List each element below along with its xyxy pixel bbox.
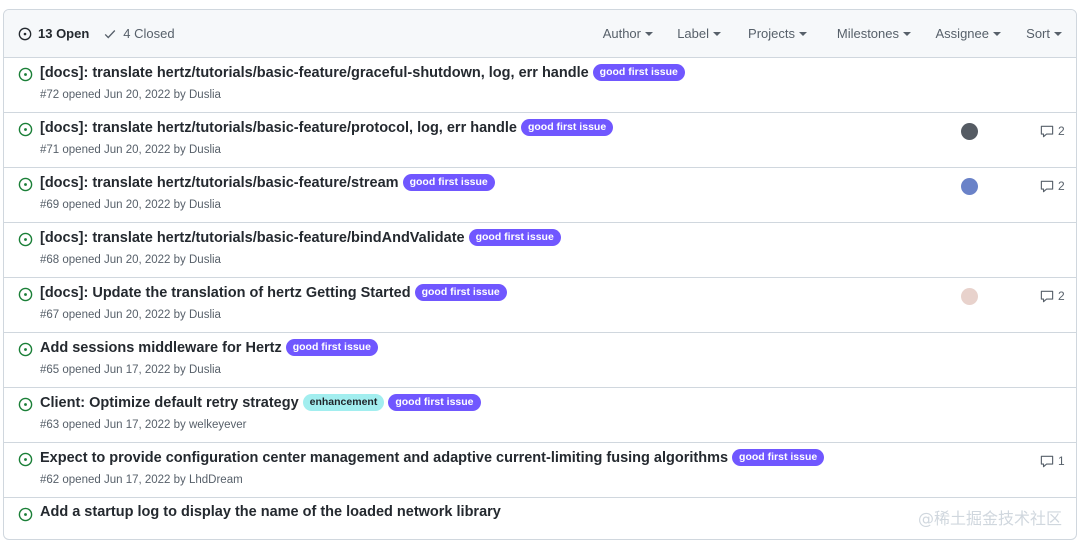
- comment-count[interactable]: 2: [1040, 124, 1065, 138]
- caret-down-icon: [799, 31, 807, 36]
- issue-opened-icon: [18, 287, 33, 307]
- comment-icon: [1040, 180, 1054, 192]
- issue-row[interactable]: [docs]: translate hertz/tutorials/basic-…: [4, 113, 1076, 168]
- issue-opened-icon: [18, 27, 32, 41]
- issue-title: [docs]: Update the translation of hertz …: [40, 284, 507, 301]
- label-filter[interactable]: Label: [677, 10, 721, 57]
- issue-title: [docs]: translate hertz/tutorials/basic-…: [40, 229, 561, 246]
- issue-meta: #65 opened Jun 17, 2022 by Duslia: [40, 364, 221, 376]
- issue-row[interactable]: [docs]: translate hertz/tutorials/basic-…: [4, 223, 1076, 278]
- issue-title: [docs]: translate hertz/tutorials/basic-…: [40, 174, 495, 191]
- issue-title-link[interactable]: Expect to provide configuration center m…: [40, 450, 728, 466]
- closed-issues-tab[interactable]: 4 Closed: [103, 26, 175, 41]
- issue-title-link[interactable]: [docs]: translate hertz/tutorials/basic-…: [40, 230, 465, 246]
- issue-meta: #72 opened Jun 20, 2022 by Duslia: [40, 89, 221, 101]
- assignee-filter[interactable]: Assignee: [936, 10, 1001, 57]
- issue-title: Add a startup log to display the name of…: [40, 504, 501, 520]
- issue-label-good-first-issue[interactable]: good first issue: [468, 229, 561, 246]
- issue-title-link[interactable]: [docs]: translate hertz/tutorials/basic-…: [40, 65, 589, 81]
- issue-opened-icon: [18, 122, 33, 142]
- caret-down-icon: [1054, 31, 1062, 36]
- issue-opened-icon: [18, 67, 33, 87]
- issue-label-good-first-issue[interactable]: good first issue: [285, 339, 378, 356]
- issue-opened-icon: [18, 342, 33, 362]
- comment-icon: [1040, 455, 1054, 467]
- issue-meta: #67 opened Jun 20, 2022 by Duslia: [40, 309, 221, 321]
- issue-opened-icon: [18, 397, 33, 417]
- issue-row[interactable]: Client: Optimize default retry strategy e…: [4, 388, 1076, 443]
- comment-count-value: 1: [1058, 454, 1065, 468]
- issue-label-good-first-issue[interactable]: good first issue: [402, 174, 495, 191]
- issue-label-good-first-issue[interactable]: good first issue: [520, 119, 614, 136]
- milestones-filter[interactable]: Milestones: [837, 10, 911, 57]
- comment-count[interactable]: 2: [1040, 289, 1065, 303]
- watermark: @稀土掘金技术社区: [917, 509, 1062, 528]
- issue-label-good-first-issue[interactable]: good first issue: [732, 449, 825, 466]
- issue-title-link[interactable]: Client: Optimize default retry strategy: [40, 395, 299, 411]
- comment-icon: [1040, 290, 1054, 302]
- issue-list-header: 13 Open 4 Closed Author Label Projects M…: [4, 10, 1076, 58]
- comment-count-value: 2: [1058, 289, 1065, 303]
- caret-down-icon: [993, 31, 1001, 36]
- projects-filter-label: Projects: [748, 26, 795, 41]
- author-filter[interactable]: Author: [603, 10, 653, 57]
- issue-row[interactable]: Add a startup log to display the name of…: [4, 498, 1076, 539]
- issue-row[interactable]: Expect to provide configuration center m…: [4, 443, 1076, 498]
- comment-count-value: 2: [1058, 179, 1065, 193]
- open-count-label: 13 Open: [38, 26, 90, 41]
- issue-opened-icon: [18, 452, 33, 472]
- issue-opened-icon: [18, 232, 33, 252]
- issue-row[interactable]: Add sessions middleware for Hertz good fi…: [4, 333, 1076, 388]
- issue-row[interactable]: [docs]: Update the translation of hertz …: [4, 278, 1076, 333]
- author-filter-label: Author: [602, 26, 641, 41]
- caret-down-icon: [713, 31, 721, 36]
- closed-count-label: 4 Closed: [123, 26, 175, 41]
- issue-title: Client: Optimize default retry strategy e…: [40, 394, 481, 411]
- caret-down-icon: [645, 31, 653, 36]
- issue-label-good-first-issue[interactable]: good first issue: [388, 394, 481, 411]
- issue-title-link[interactable]: [docs]: translate hertz/tutorials/basic-…: [40, 175, 399, 191]
- open-issues-tab[interactable]: 13 Open: [18, 26, 89, 41]
- issue-label-good-first-issue[interactable]: good first issue: [414, 284, 507, 301]
- issue-label-good-first-issue[interactable]: good first issue: [592, 64, 685, 81]
- issue-title: Expect to provide configuration center m…: [40, 449, 825, 466]
- assignee-avatar[interactable]: [961, 123, 978, 140]
- issue-title-link[interactable]: Add a startup log to display the name of…: [40, 504, 501, 520]
- issue-meta: #62 opened Jun 17, 2022 by LhdDream: [40, 474, 243, 486]
- issue-row[interactable]: [docs]: translate hertz/tutorials/basic-…: [4, 58, 1076, 113]
- sort-filter[interactable]: Sort: [1026, 10, 1062, 57]
- check-icon: [103, 27, 117, 41]
- sort-filter-label: Sort: [1026, 26, 1050, 41]
- issue-title-link[interactable]: Add sessions middleware for Hertz: [40, 340, 282, 356]
- issue-opened-icon: [18, 177, 33, 197]
- issue-title-link[interactable]: [docs]: Update the translation of hertz …: [40, 285, 411, 301]
- issue-title: [docs]: translate hertz/tutorials/basic-…: [40, 64, 685, 81]
- comment-count[interactable]: 1: [1040, 454, 1065, 468]
- comment-count[interactable]: 2: [1040, 179, 1065, 193]
- issue-title-link[interactable]: [docs]: translate hertz/tutorials/basic-…: [40, 120, 517, 136]
- milestones-filter-label: Milestones: [836, 26, 899, 41]
- issue-list: 13 Open 4 Closed Author Label Projects M…: [3, 9, 1077, 540]
- issue-meta: #69 opened Jun 20, 2022 by Duslia: [40, 199, 221, 211]
- issue-label-enhancement[interactable]: enhancement: [302, 394, 385, 411]
- issue-meta: #71 opened Jun 20, 2022 by Duslia: [40, 144, 221, 156]
- assignee-filter-label: Assignee: [935, 26, 989, 41]
- comment-count-value: 2: [1058, 124, 1065, 138]
- issue-title: Add sessions middleware for Hertz good fi…: [40, 339, 378, 356]
- issue-meta: #63 opened Jun 17, 2022 by welkeyever: [40, 419, 247, 431]
- comment-icon: [1040, 125, 1054, 137]
- issue-row[interactable]: [docs]: translate hertz/tutorials/basic-…: [4, 168, 1076, 223]
- issue-title: [docs]: translate hertz/tutorials/basic-…: [40, 119, 614, 136]
- issue-rows: [docs]: translate hertz/tutorials/basic-…: [4, 58, 1076, 539]
- label-filter-label: Label: [677, 26, 709, 41]
- issue-meta: #68 opened Jun 20, 2022 by Duslia: [40, 254, 221, 266]
- caret-down-icon: [903, 31, 911, 36]
- assignee-avatar[interactable]: [961, 178, 978, 195]
- state-toggles: 13 Open 4 Closed: [18, 10, 189, 57]
- assignee-avatar[interactable]: [961, 288, 978, 305]
- issue-opened-icon: [18, 507, 33, 527]
- projects-filter[interactable]: Projects: [748, 10, 807, 57]
